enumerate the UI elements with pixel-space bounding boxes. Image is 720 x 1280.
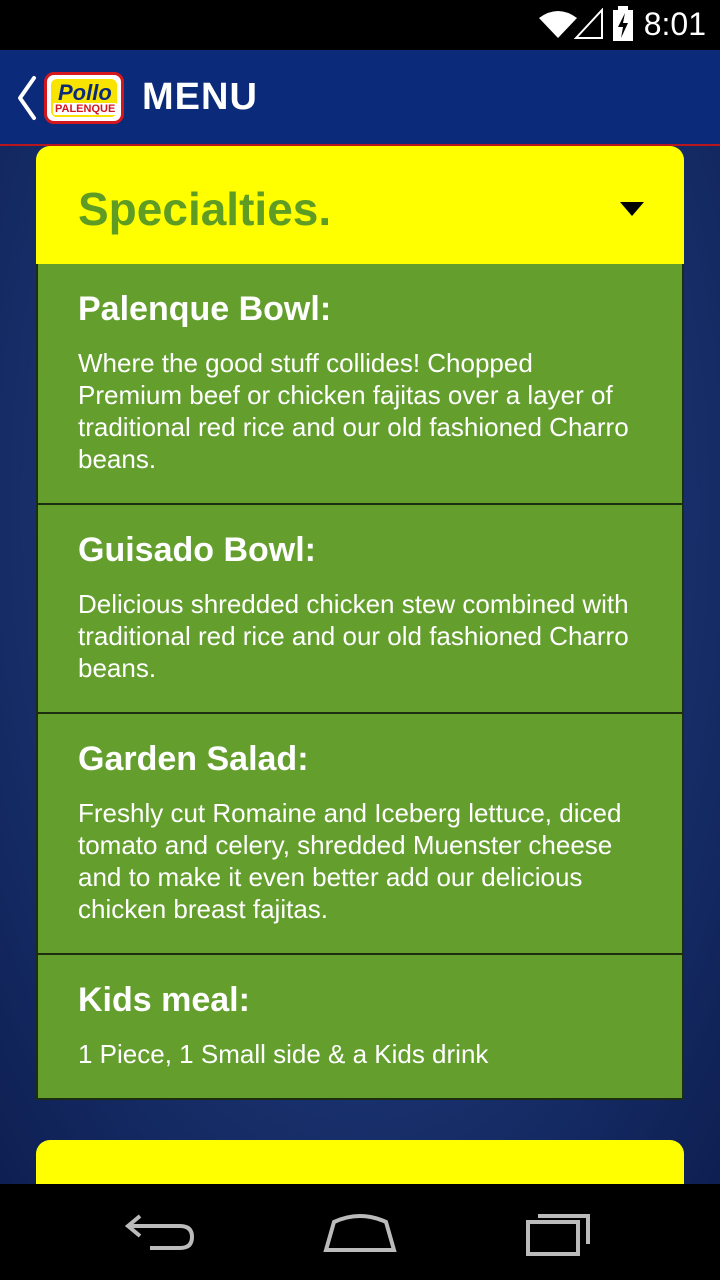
- back-icon[interactable]: [120, 1208, 200, 1258]
- menu-item-garden-salad[interactable]: Garden Salad: Freshly cut Romaine and Ic…: [38, 712, 682, 953]
- navigation-bar: [0, 1184, 720, 1280]
- status-bar: 8:01: [0, 0, 720, 50]
- next-section-header[interactable]: [36, 1140, 684, 1184]
- logo-text-line2: PALENQUE: [53, 103, 118, 115]
- item-description: 1 Piece, 1 Small side & a Kids drink: [78, 1039, 489, 1069]
- chevron-left-icon[interactable]: [12, 72, 42, 124]
- item-title: Kids meal:: [78, 981, 250, 1019]
- item-description: Where the good stuff collides! Chopped P…: [78, 348, 629, 474]
- page-title: MENU: [142, 76, 258, 118]
- home-icon[interactable]: [320, 1208, 400, 1258]
- menu-item-kids-meal[interactable]: Kids meal: 1 Piece, 1 Small side & a Kid…: [38, 953, 682, 1098]
- dropdown-arrow-icon[interactable]: [620, 202, 644, 216]
- item-title: Palenque Bowl:: [78, 290, 332, 328]
- menu-items-list: Palenque Bowl: Where the good stuff coll…: [36, 264, 684, 1100]
- item-description: Freshly cut Romaine and Iceberg lettuce,…: [78, 798, 622, 924]
- status-time: 8:01: [643, 6, 706, 42]
- section-title: Specialties.: [78, 183, 332, 235]
- signal-icon: [574, 8, 603, 39]
- item-description: Delicious shredded chicken stew combined…: [78, 589, 629, 683]
- specialties-section: Specialties. Palenque Bowl: Where the go…: [36, 146, 684, 1100]
- menu-item-guisado-bowl[interactable]: Guisado Bowl: Delicious shredded chicken…: [38, 503, 682, 712]
- menu-item-palenque-bowl[interactable]: Palenque Bowl: Where the good stuff coll…: [38, 264, 682, 503]
- item-title: Guisado Bowl:: [78, 531, 316, 569]
- specialties-header[interactable]: Specialties.: [36, 146, 684, 264]
- recent-apps-icon[interactable]: [520, 1208, 600, 1258]
- pollo-palenque-logo[interactable]: Pollo PALENQUE: [44, 72, 124, 124]
- battery-charging-icon: [613, 6, 633, 41]
- app-bar: Pollo PALENQUE MENU: [0, 50, 720, 146]
- wifi-icon: [539, 11, 577, 38]
- menu-content[interactable]: Specialties. Palenque Bowl: Where the go…: [0, 146, 720, 1184]
- item-title: Garden Salad:: [78, 740, 309, 778]
